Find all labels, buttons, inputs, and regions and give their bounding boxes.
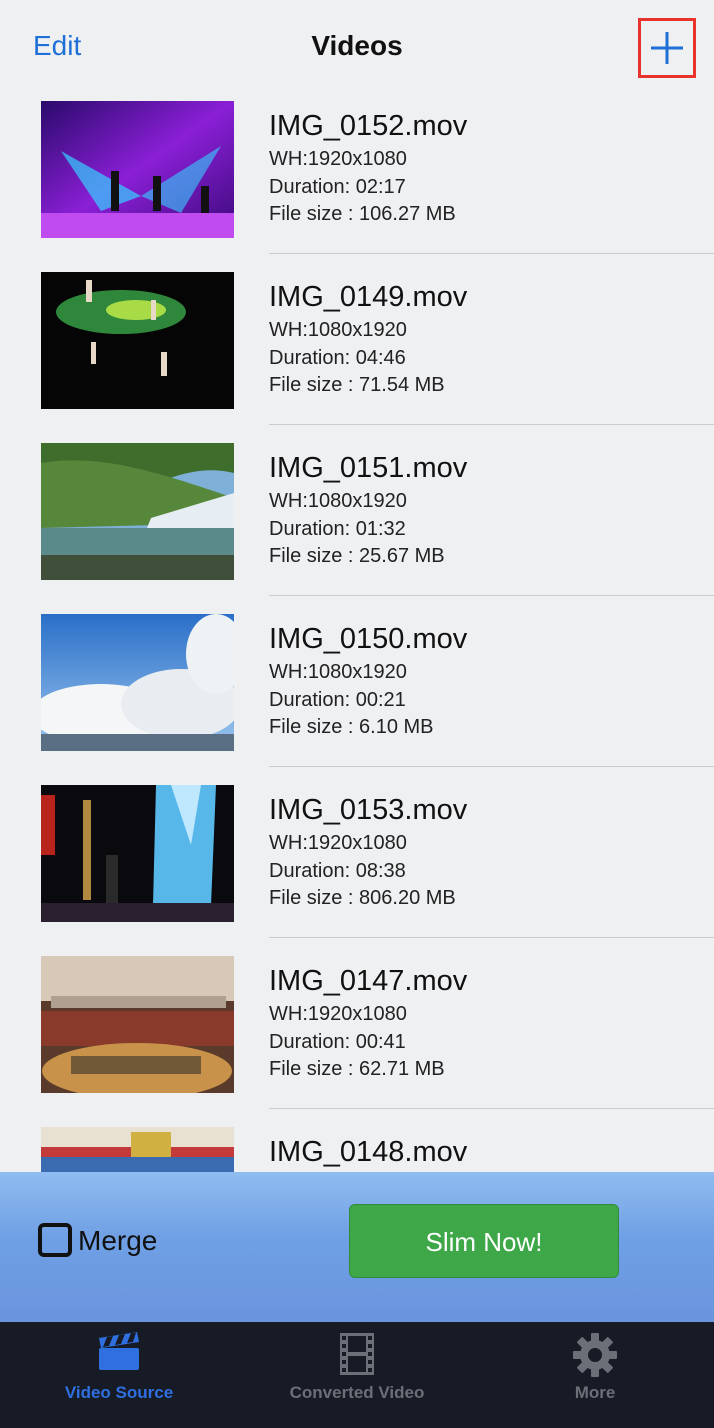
edit-button[interactable]: Edit <box>33 30 81 62</box>
video-duration: Duration: 04:46 <box>269 347 406 369</box>
video-name: IMG_0149.mov <box>269 281 468 313</box>
row-divider <box>269 766 714 767</box>
row-divider <box>269 1108 714 1109</box>
video-name: IMG_0153.mov <box>269 794 468 826</box>
video-name: IMG_0151.mov <box>269 452 468 484</box>
add-video-button[interactable] <box>638 18 696 78</box>
video-thumbnail <box>41 956 234 1093</box>
tab-label: Video Source <box>64 1383 174 1402</box>
video-row[interactable]: IMG_0147.mov WH:1920x1080 Duration: 00:4… <box>0 947 714 1118</box>
action-bar: Merge Slim Now! <box>0 1172 714 1322</box>
gear-icon <box>572 1332 618 1383</box>
merge-label[interactable]: Merge <box>78 1225 157 1257</box>
row-divider <box>269 937 714 938</box>
video-dimensions: WH:1920x1080 <box>269 1003 407 1025</box>
row-divider <box>269 253 714 254</box>
tab-label: More <box>574 1383 616 1402</box>
video-row[interactable]: IMG_0152.mov WH:1920x1080 Duration: 02:1… <box>0 92 714 263</box>
video-thumbnail <box>41 443 234 580</box>
video-row[interactable]: IMG_0153.mov WH:1920x1080 Duration: 08:3… <box>0 776 714 947</box>
video-file-size: File size : 62.71 MB <box>269 1058 445 1080</box>
tab-bar: Video Source Converted Video More <box>0 1322 714 1428</box>
video-thumbnail <box>41 272 234 409</box>
navigation-bar: Edit Videos <box>0 0 714 92</box>
video-row[interactable]: IMG_0148.mov <box>0 1118 714 1172</box>
video-row[interactable]: IMG_0149.mov WH:1080x1920 Duration: 04:4… <box>0 263 714 434</box>
video-name: IMG_0147.mov <box>269 965 468 997</box>
video-list[interactable]: IMG_0152.mov WH:1920x1080 Duration: 02:1… <box>0 92 714 1172</box>
video-thumbnail <box>41 101 234 238</box>
video-dimensions: WH:1080x1920 <box>269 661 407 683</box>
video-dimensions: WH:1080x1920 <box>269 319 407 341</box>
merge-checkbox[interactable] <box>38 1223 72 1257</box>
video-duration: Duration: 00:41 <box>269 1031 406 1053</box>
video-file-size: File size : 6.10 MB <box>269 716 434 738</box>
slim-now-button[interactable]: Slim Now! <box>349 1204 619 1278</box>
video-file-size: File size : 106.27 MB <box>269 203 456 225</box>
tab-video-source[interactable]: Video Source <box>0 1322 238 1428</box>
tab-more[interactable]: More <box>476 1322 714 1428</box>
video-dimensions: WH:1080x1920 <box>269 490 407 512</box>
tab-converted-video[interactable]: Converted Video <box>238 1322 476 1428</box>
page-title: Videos <box>311 30 403 61</box>
row-divider <box>269 424 714 425</box>
video-file-size: File size : 71.54 MB <box>269 374 445 396</box>
film-strip-icon <box>339 1332 375 1381</box>
video-thumbnail <box>41 1127 234 1172</box>
video-file-size: File size : 806.20 MB <box>269 887 456 909</box>
video-duration: Duration: 02:17 <box>269 176 406 198</box>
video-dimensions: WH:1920x1080 <box>269 832 407 854</box>
video-duration: Duration: 08:38 <box>269 860 406 882</box>
video-name: IMG_0150.mov <box>269 623 468 655</box>
row-divider <box>269 595 714 596</box>
video-name: IMG_0152.mov <box>269 110 468 142</box>
plus-icon <box>651 32 683 64</box>
video-row[interactable]: IMG_0150.mov WH:1080x1920 Duration: 00:2… <box>0 605 714 776</box>
video-file-size: File size : 25.67 MB <box>269 545 445 567</box>
video-row[interactable]: IMG_0151.mov WH:1080x1920 Duration: 01:3… <box>0 434 714 605</box>
video-thumbnail <box>41 785 234 922</box>
video-dimensions: WH:1920x1080 <box>269 148 407 170</box>
video-thumbnail <box>41 614 234 751</box>
video-duration: Duration: 01:32 <box>269 518 406 540</box>
clapperboard-icon <box>97 1332 141 1377</box>
video-name: IMG_0148.mov <box>269 1136 468 1168</box>
video-duration: Duration: 00:21 <box>269 689 406 711</box>
tab-label: Converted Video <box>289 1383 425 1402</box>
